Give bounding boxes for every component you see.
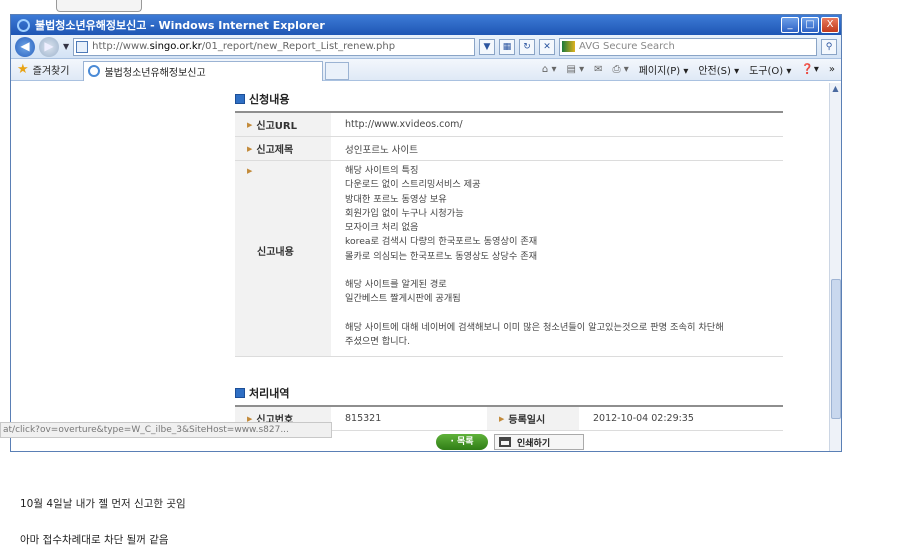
scroll-thumb[interactable]: [831, 279, 841, 419]
refresh-icon[interactable]: ↻: [519, 38, 535, 55]
mail-icon[interactable]: ✉: [594, 64, 602, 75]
content-line: 다운로드 없이 스트리밍서비스 제공: [345, 179, 481, 191]
content-line: 방대한 포르노 동영상 보유: [345, 193, 447, 205]
caption-line-2: 아마 접수차례대로 차단 될꺼 같음: [20, 534, 169, 546]
content-line: 주셨으면 합니다.: [345, 335, 411, 347]
row-arrow-icon: ▶: [499, 414, 505, 423]
row-arrow-icon: ▶: [247, 144, 253, 153]
star-icon: ★: [17, 62, 29, 77]
command-menus: ⌂ ▾ ▤ ▾ ✉ ⎙ ▾ 페이지(P) ▾ 안전(S) ▾ 도구(O) ▾ ❓…: [542, 62, 835, 77]
tab-page-icon: [88, 65, 101, 77]
title-bar: 불법청소년유해정보신고 - Windows Internet Explorer …: [11, 15, 841, 35]
tools-menu[interactable]: 도구(O) ▾: [749, 62, 791, 77]
window-title: 불법청소년유해정보신고 - Windows Internet Explorer: [35, 19, 325, 32]
print-button[interactable]: 인쇄하기: [494, 434, 584, 450]
content-line: korea로 검색시 다량의 한국포르노 동영상이 존재: [345, 236, 538, 248]
url-path: /01_report/new_Report_List_renew.php: [201, 41, 396, 52]
forward-button[interactable]: ▶: [39, 36, 59, 57]
back-button[interactable]: ◀: [15, 36, 35, 57]
request-table: ▶ 신고URL http://www.xvideos.com/ ▶ 신고제목 성인포…: [235, 111, 783, 357]
content-label: ▶ 신고내용: [235, 161, 331, 356]
section-processing-title: 처리내역: [249, 387, 290, 400]
stop-icon[interactable]: ✕: [539, 38, 555, 55]
table-row: ▶ 신고제목 성인포르노 사이트: [235, 137, 783, 161]
page-icon: [76, 40, 89, 53]
section-bullet-icon: [235, 94, 245, 104]
search-placeholder: AVG Secure Search: [579, 41, 675, 52]
section-bullet-icon: [235, 388, 245, 398]
tab-active[interactable]: 불법청소년유해정보신고: [83, 60, 324, 81]
subject-label: ▶ 신고제목: [235, 137, 331, 160]
row-arrow-icon: ▶: [247, 120, 253, 129]
avg-logo-icon: [562, 41, 575, 52]
print-icon[interactable]: ⎙ ▾: [613, 64, 629, 75]
favorites-label: 즐겨찾기: [32, 66, 70, 77]
content-line: 해당 사이트를 알게된 경로: [345, 279, 447, 291]
content-line: [345, 264, 783, 278]
content-line: [345, 307, 783, 321]
minimize-button[interactable]: _: [781, 17, 799, 33]
ie-logo-icon: [17, 18, 30, 32]
content-line: 일간베스트 짤게시판에 공개됨: [345, 293, 461, 305]
maximize-button[interactable]: □: [801, 17, 819, 33]
report-number-value: 815321: [345, 413, 382, 424]
window-controls: _ □ X: [781, 17, 839, 33]
search-icon[interactable]: ⚲: [821, 38, 837, 55]
scroll-up-icon[interactable]: ▲: [830, 83, 841, 95]
print-button-label: 인쇄하기: [517, 438, 551, 449]
search-input[interactable]: AVG Secure Search: [559, 37, 817, 56]
url-input[interactable]: http://www. singo.or.kr/01_report/new_Rep…: [73, 37, 475, 56]
safety-menu[interactable]: 안전(S) ▾: [698, 62, 739, 77]
url-label: ▶ 신고URL: [235, 113, 331, 136]
tab-title: 불법청소년유해정보신고: [104, 67, 206, 79]
printer-icon: [499, 437, 511, 447]
compat-view-icon[interactable]: ▦: [499, 38, 515, 55]
row-arrow-icon: ▶: [247, 167, 253, 175]
close-button[interactable]: X: [821, 17, 839, 33]
register-date-label: ▶ 등록일시: [487, 407, 579, 430]
status-bar: at/click?ov=overture&type=W_C_ilbe_3&Sit…: [0, 422, 332, 438]
content-line: 해당 사이트의 특징: [345, 165, 419, 176]
content-line: 회원가입 없이 누구나 시청가능: [345, 207, 464, 219]
url-prefix: http://www.: [92, 41, 150, 52]
address-bar: ◀ ▶ ▼ http://www. singo.or.kr/01_report/n…: [11, 35, 841, 59]
content-line: 몰카로 의심되는 한국포르노 동영상도 상당수 존재: [345, 250, 538, 262]
section-request: 신청내용: [235, 91, 289, 107]
history-dropdown-icon[interactable]: ▼: [63, 42, 69, 51]
home-icon[interactable]: ⌂ ▾: [542, 64, 557, 75]
url-dropdown-icon[interactable]: ▼: [479, 38, 495, 55]
chevron-more-icon[interactable]: »: [829, 64, 835, 75]
favorites-button[interactable]: ★ 즐겨찾기: [17, 62, 69, 77]
help-menu[interactable]: ❓▾: [801, 64, 818, 75]
table-row: ▶ 신고내용 해당 사이트의 특징 다운로드 없이 스트리밍서비스 제공 방대한…: [235, 161, 783, 357]
section-request-title: 신청내용: [249, 93, 290, 106]
content-line: 해당 사이트에 대해 네이버에 검색해보니 이미 많은 청소년들이 알고있는것으…: [345, 321, 724, 333]
subject-value: 성인포르노 사이트: [345, 144, 418, 156]
caption-line-1: 10월 4일날 내가 젤 먼저 신고한 곳임: [20, 498, 186, 510]
register-date-value: 2012-10-04 02:29:35: [593, 413, 694, 424]
url-domain: singo.or.kr: [149, 41, 202, 52]
browser-window: 불법청소년유해정보신고 - Windows Internet Explorer …: [10, 14, 842, 452]
feeds-icon[interactable]: ▤ ▾: [566, 64, 584, 75]
vertical-scrollbar[interactable]: ▲: [829, 83, 841, 451]
page-content: 신청내용 ▶ 신고URL http://www.xvideos.com/ ▶ 신고제…: [11, 83, 841, 451]
url-value: http://www.xvideos.com/: [345, 119, 463, 130]
page-menu[interactable]: 페이지(P) ▾: [639, 62, 689, 77]
list-button[interactable]: · 목록: [436, 434, 488, 450]
section-processing: 처리내역: [235, 385, 289, 401]
content-line: 모자이크 처리 없음: [345, 222, 419, 234]
command-bar: ★ 즐겨찾기 불법청소년유해정보신고 ⌂ ▾ ▤ ▾ ✉ ⎙ ▾ 페이지(P) …: [11, 59, 841, 81]
table-row: ▶ 신고URL http://www.xvideos.com/: [235, 113, 783, 137]
new-tab-button[interactable]: [325, 61, 350, 80]
content-value: 해당 사이트의 특징 다운로드 없이 스트리밍서비스 제공 방대한 포르노 동영…: [331, 161, 783, 356]
background-tab-stub: [56, 0, 142, 12]
